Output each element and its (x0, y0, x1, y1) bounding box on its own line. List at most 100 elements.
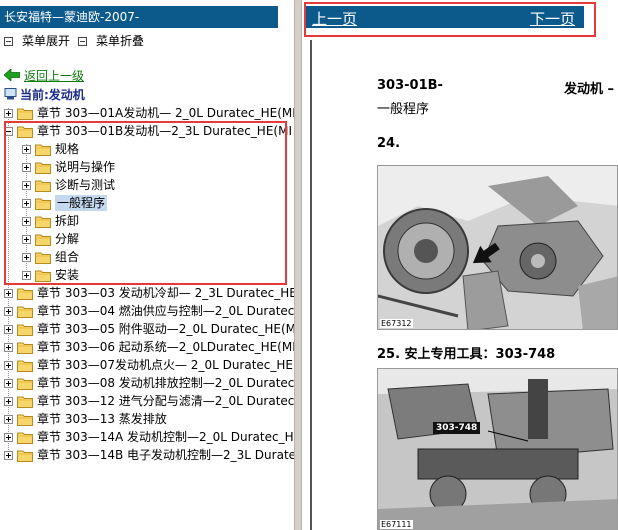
tree-subitem[interactable]: 诊断与测试 (22, 176, 115, 194)
tree-chapter-item[interactable]: 章节 303—01B发动机—2_3L Duratec_HE(MI (4, 122, 292, 140)
tree-item-label: 分解 (55, 232, 80, 246)
tree-chapter-item[interactable]: 章节 303—13 蒸发排放 (4, 410, 167, 428)
tree-item-label: 章节 303—08 发动机排放控制—2_0L Duratec_ (37, 376, 294, 390)
tree-chapter-item[interactable]: 章节 303—08 发动机排放控制—2_0L Duratec_ (4, 374, 294, 392)
collapse-minus-icon[interactable] (4, 126, 13, 136)
tree-item-label: 诊断与测试 (55, 178, 116, 192)
previous-page-link[interactable]: 上一页 (312, 8, 357, 29)
tree-item-label: 章节 303—03 发动机冷却— 2_3L Duratec_HE (37, 286, 294, 300)
computer-icon (4, 88, 17, 100)
back-link-label: 返回上一级 (24, 68, 85, 83)
folder-icon (17, 126, 33, 138)
tree-chapter-item[interactable]: 章节 303—03 发动机冷却— 2_3L Duratec_HE (4, 284, 294, 302)
expand-plus-icon[interactable] (4, 360, 13, 370)
tree-subitem[interactable]: 安装 (22, 266, 79, 284)
tree-item-label: 章节 303—14A 发动机控制—2_0L Duratec_HE (37, 430, 294, 444)
expand-plus-icon[interactable] (22, 216, 31, 226)
tree-item-label: 章节 303—13 蒸发排放 (37, 412, 167, 426)
tree-chapter-item[interactable]: 章节 303—12 进气分配与滤清—2_0L Duratec (4, 392, 294, 410)
folder-icon (17, 414, 33, 426)
tree-chapter-item[interactable]: 章节 303—14B 电子发动机控制—2_3L Durate (4, 446, 294, 464)
expand-plus-icon[interactable] (4, 396, 13, 406)
engine-illustration-1 (378, 166, 617, 329)
menu-collapse-button[interactable]: 菜单折叠 (78, 34, 144, 48)
back-link[interactable]: 返回上一级 (4, 68, 85, 83)
expand-plus-icon[interactable] (4, 108, 13, 118)
current-location: 当前:发动机 (4, 86, 85, 102)
tree-item-label: 安装 (55, 268, 80, 282)
tree-subitem[interactable]: 组合 (22, 248, 79, 266)
tree-chapter-item[interactable]: 章节 303—14A 发动机控制—2_0L Duratec_HE (4, 428, 294, 446)
folder-icon (35, 198, 51, 210)
folder-icon (17, 306, 33, 318)
tree-item-label: 章节 303—01A发动机— 2_0L Duratec_HE(MI (37, 106, 294, 120)
figure-2-label: E67111 (380, 520, 413, 529)
folder-icon (35, 252, 51, 264)
tree-item-label: 章节 303—01B发动机—2_3L Duratec_HE(MI (37, 124, 292, 138)
expand-plus-icon[interactable] (4, 450, 13, 460)
tree-chapter-item[interactable]: 章节 303—07发动机点火— 2_0L Duratec_HE (4, 356, 293, 374)
tree-item-label: 章节 303—06 起动系统—2_0LDuratec_HE(MI (37, 340, 294, 354)
expand-plus-icon[interactable] (22, 198, 31, 208)
expand-plus-icon[interactable] (22, 180, 31, 190)
expand-plus-icon[interactable] (22, 252, 31, 262)
tool-callout-tag: 303-748 (433, 422, 481, 434)
tree-item-label: 组合 (55, 250, 80, 264)
folder-icon (35, 270, 51, 282)
tree-item-label: 章节 303—12 进气分配与滤清—2_0L Duratec (37, 394, 294, 408)
tree-chapter-item[interactable]: 章节 303—01A发动机— 2_0L Duratec_HE(MI (4, 104, 294, 122)
menu-expand-button[interactable]: 菜单展开 (4, 34, 70, 48)
folder-icon (17, 432, 33, 444)
tree-item-label: 一般程序 (55, 195, 108, 211)
menu-expand-label: 菜单展开 (22, 34, 71, 48)
current-location-label: 当前:发动机 (20, 87, 85, 102)
engine-illustration-2 (378, 369, 617, 530)
folder-icon (17, 342, 33, 354)
figure-1-label: E67312 (380, 319, 413, 328)
tool-figure-e67111: 303-748 E67111 (377, 368, 618, 530)
tree-item-label: 章节 303—14B 电子发动机控制—2_3L Durate (37, 448, 294, 462)
folder-icon (17, 288, 33, 300)
expand-plus-icon[interactable] (22, 144, 31, 154)
tree-chapter-item[interactable]: 章节 303—04 燃油供应与控制—2_0L Duratec_ (4, 302, 294, 320)
expand-plus-icon[interactable] (22, 270, 31, 280)
tree-chapter-item[interactable]: 章节 303—05 附件驱动—2_0L Duratec_HE(M (4, 320, 294, 338)
folder-icon (35, 162, 51, 174)
expand-plus-icon[interactable] (4, 432, 13, 442)
pane-splitter[interactable] (294, 0, 302, 530)
tree-item-label: 章节 303—07发动机点火— 2_0L Duratec_HE (37, 358, 293, 372)
folder-icon (17, 396, 33, 408)
expand-plus-icon[interactable] (4, 306, 13, 316)
tree-subitem[interactable]: 一般程序 (22, 194, 108, 212)
page-navigation-bar: 上一页 下一页 (304, 6, 584, 28)
tree-subitem[interactable]: 拆卸 (22, 212, 79, 230)
folder-icon (17, 360, 33, 372)
tree-subitem[interactable]: 分解 (22, 230, 79, 248)
folder-icon (35, 180, 51, 192)
document-section: 发动机 – (564, 82, 615, 97)
page-border (310, 40, 312, 530)
expand-plus-icon[interactable] (22, 234, 31, 244)
expand-plus-icon[interactable] (4, 288, 13, 298)
expand-plus-icon[interactable] (4, 342, 13, 352)
tree-subitem[interactable]: 规格 (22, 140, 79, 158)
document-pane: 上一页 下一页 303-01B- 发动机 – 一般程序 24. E67312 2… (302, 0, 618, 530)
expand-plus-icon[interactable] (22, 162, 31, 172)
back-arrow-icon (4, 69, 20, 81)
tree-chapter-item[interactable]: 章节 303—06 起动系统—2_0LDuratec_HE(MI (4, 338, 294, 356)
navigation-pane: 长安福特—蒙迪欧-2007- 菜单展开 菜单折叠 返回上一级 当前:发动机 章节… (0, 0, 294, 530)
expand-plus-icon[interactable] (4, 378, 13, 388)
folder-icon (35, 216, 51, 228)
folder-icon (17, 450, 33, 462)
expand-plus-icon[interactable] (4, 414, 13, 424)
folder-icon (17, 378, 33, 390)
next-page-link[interactable]: 下一页 (530, 8, 575, 29)
expand-plus-icon[interactable] (4, 324, 13, 334)
menu-collapse-icon (78, 36, 87, 46)
tree-item-label: 规格 (55, 142, 80, 156)
folder-icon (17, 324, 33, 336)
tree-item-label: 章节 303—05 附件驱动—2_0L Duratec_HE(M (37, 322, 294, 336)
tree-subitem[interactable]: 说明与操作 (22, 158, 115, 176)
folder-icon (35, 144, 51, 156)
menu-expand-icon (4, 36, 13, 46)
